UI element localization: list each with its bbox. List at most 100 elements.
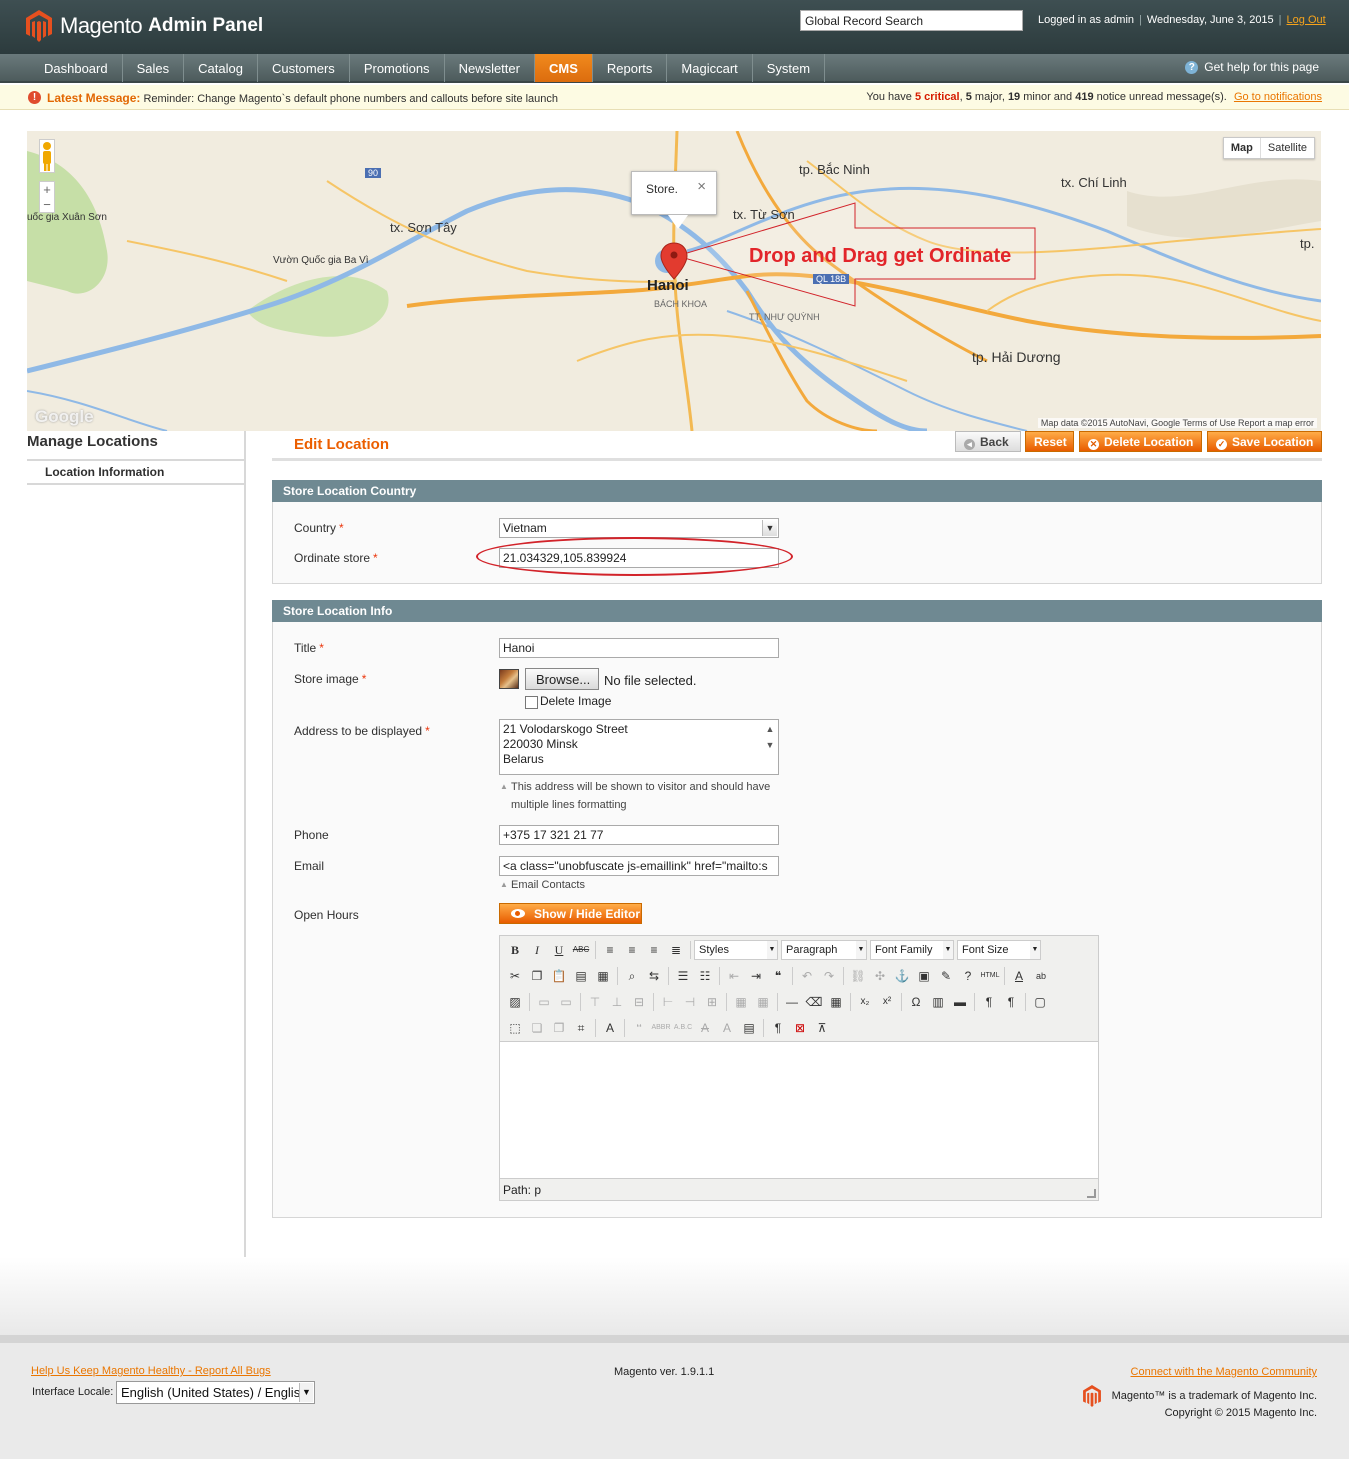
fullscreen-icon[interactable]: ▢ — [1029, 992, 1051, 1012]
paste-word-icon[interactable]: ▦ — [592, 966, 614, 986]
abbr-icon[interactable]: ABBR — [650, 1018, 672, 1038]
styleprops-icon[interactable]: A — [599, 1018, 621, 1038]
global-search-input[interactable] — [800, 10, 1023, 31]
cleanup-icon[interactable]: ✎ — [935, 966, 957, 986]
map-type-control[interactable]: Map Satellite — [1222, 137, 1315, 159]
font-family-select[interactable]: Font Family ▼ — [870, 940, 954, 960]
html-source-icon[interactable]: HTML — [979, 966, 1001, 986]
nav-promotions[interactable]: Promotions — [350, 54, 445, 82]
show-hide-editor-button[interactable]: Show / Hide Editor — [499, 903, 642, 924]
map-attribution[interactable]: Map data ©2015 AutoNavi, Google Terms of… — [1037, 418, 1317, 428]
del-icon[interactable]: A — [694, 1018, 716, 1038]
indent-icon[interactable]: ⇥ — [745, 966, 767, 986]
delete-row-icon[interactable]: ⊟ — [628, 992, 650, 1012]
unlink-icon[interactable]: ✣ — [869, 966, 891, 986]
paragraph-select[interactable]: Paragraph ▼ — [781, 940, 867, 960]
merge-cells-icon[interactable]: ▦ — [752, 992, 774, 1012]
acronym-icon[interactable]: A.B.C — [672, 1018, 694, 1038]
report-bugs-link[interactable]: Help Us Keep Magento Healthy - Report Al… — [31, 1365, 271, 1377]
cut-icon[interactable]: ✂ — [504, 966, 526, 986]
ins-icon[interactable]: A — [716, 1018, 738, 1038]
reset-button[interactable]: Reset — [1025, 431, 1074, 452]
nav-newsletter[interactable]: Newsletter — [445, 54, 535, 82]
paste-icon[interactable]: 📋 — [548, 966, 570, 986]
cite-icon[interactable]: ❛❛ — [628, 1018, 650, 1038]
zoom-out-icon[interactable]: − — [40, 197, 54, 212]
nav-cms[interactable]: CMS — [534, 54, 593, 82]
cell-props-icon[interactable]: ▭ — [555, 992, 577, 1012]
country-select[interactable]: Vietnam ▼ — [499, 518, 779, 538]
rtl-icon[interactable]: ¶ — [1000, 992, 1022, 1012]
help-link[interactable]: ? Get help for this page — [1185, 60, 1319, 74]
interface-locale-select[interactable]: English (United States) / English ▼ — [116, 1381, 315, 1404]
help-editor-icon[interactable]: ? — [957, 966, 979, 986]
page-break-icon[interactable]: ⊼ — [811, 1018, 833, 1038]
remove-format-icon[interactable]: ⌫ — [803, 992, 825, 1012]
align-left-icon[interactable]: ≡ — [599, 940, 621, 960]
map-type-satellite[interactable]: Satellite — [1261, 138, 1314, 158]
insert-layer-icon[interactable]: ⬚ — [504, 1018, 526, 1038]
nav-magiccart[interactable]: Magiccart — [667, 54, 753, 82]
title-input[interactable]: Hanoi — [499, 638, 779, 658]
subscript-icon[interactable]: x₂ — [854, 992, 876, 1012]
delete-col-icon[interactable]: ⊞ — [701, 992, 723, 1012]
superscript-icon[interactable]: x² — [876, 992, 898, 1012]
delete-image-checkbox[interactable] — [525, 696, 538, 709]
paste-text-icon[interactable]: ▤ — [570, 966, 592, 986]
align-justify-icon[interactable]: ≣ — [665, 940, 687, 960]
anchor-icon[interactable]: ⚓ — [891, 966, 913, 986]
nav-sales[interactable]: Sales — [123, 54, 185, 82]
address-textarea[interactable]: 21 Volodarskogo Street 220030 Minsk Bela… — [499, 719, 779, 775]
street-view-pegman-icon[interactable] — [39, 139, 55, 173]
split-cells-icon[interactable]: ▦ — [730, 992, 752, 1012]
bold-icon[interactable]: B — [504, 940, 526, 960]
community-link[interactable]: Connect with the Magento Community — [1131, 1366, 1317, 1378]
editor-content-area[interactable] — [500, 1041, 1098, 1179]
media-icon[interactable]: ▥ — [927, 992, 949, 1012]
ltr-icon[interactable]: ¶ — [978, 992, 1000, 1012]
outdent-icon[interactable]: ⇤ — [723, 966, 745, 986]
redo-icon[interactable]: ↷ — [818, 966, 840, 986]
horizontal-rule-icon[interactable]: — — [781, 992, 803, 1012]
align-right-icon[interactable]: ≡ — [643, 940, 665, 960]
row-props-icon[interactable]: ▭ — [533, 992, 555, 1012]
tab-location-information[interactable]: Location Information — [27, 461, 244, 485]
save-location-button[interactable]: ✓ Save Location — [1207, 431, 1322, 452]
attribs-icon[interactable]: ▤ — [738, 1018, 760, 1038]
image-icon[interactable]: ▣ — [913, 966, 935, 986]
zoom-control[interactable]: + − — [39, 181, 55, 213]
close-icon[interactable]: × — [697, 178, 706, 195]
italic-icon[interactable]: I — [526, 940, 548, 960]
visual-aid-icon[interactable]: ▦ — [825, 992, 847, 1012]
align-center-icon[interactable]: ≡ — [621, 940, 643, 960]
textarea-scrollbar[interactable]: ▲ ▼ — [763, 721, 777, 773]
non-breaking-icon[interactable]: ⊠ — [789, 1018, 811, 1038]
undo-icon[interactable]: ↶ — [796, 966, 818, 986]
numbered-list-icon[interactable]: ☷ — [694, 966, 716, 986]
text-color-icon[interactable]: A — [1008, 966, 1030, 986]
move-backward-icon[interactable]: ❐ — [548, 1018, 570, 1038]
resize-grip-icon[interactable] — [1087, 1189, 1096, 1198]
special-char-icon[interactable]: Ω — [905, 992, 927, 1012]
styles-select[interactable]: Styles ▼ — [694, 940, 778, 960]
browse-button[interactable]: Browse... — [525, 668, 599, 690]
underline-icon[interactable]: U — [548, 940, 570, 960]
nav-customers[interactable]: Customers — [258, 54, 350, 82]
map-type-map[interactable]: Map — [1224, 138, 1261, 158]
nav-dashboard[interactable]: Dashboard — [30, 54, 123, 82]
nav-catalog[interactable]: Catalog — [184, 54, 258, 82]
email-input[interactable]: <a class="unobfuscate js-emaillink" href… — [499, 856, 779, 876]
phone-input[interactable]: +375 17 321 21 77 — [499, 825, 779, 845]
absolute-icon[interactable]: ⌗ — [570, 1018, 592, 1038]
link-icon[interactable]: ⛓ — [847, 966, 869, 986]
back-button[interactable]: ◂ Back — [955, 431, 1021, 452]
go-to-notifications-link[interactable]: Go to notifications — [1234, 91, 1322, 103]
strikethrough-icon[interactable]: ABC — [570, 940, 592, 960]
nav-reports[interactable]: Reports — [593, 54, 668, 82]
find-icon[interactable]: ⌕ — [621, 966, 643, 986]
google-map[interactable]: tp. Bắc Ninh tx. Chí Linh tx. Sơn Tây tx… — [27, 131, 1321, 431]
font-size-select[interactable]: Font Size ▼ — [957, 940, 1041, 960]
table-props-icon[interactable]: ▨ — [504, 992, 526, 1012]
bullet-list-icon[interactable]: ☰ — [672, 966, 694, 986]
delete-location-button[interactable]: ✕ Delete Location — [1079, 431, 1202, 452]
